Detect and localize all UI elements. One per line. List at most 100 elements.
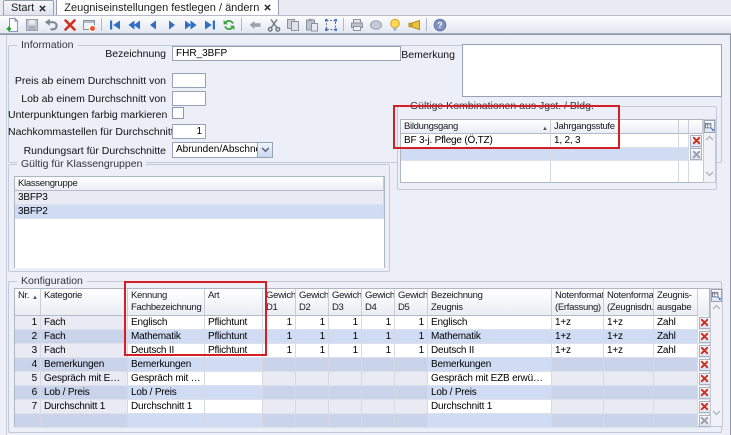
- cell[interactable]: [604, 414, 654, 428]
- table-row[interactable]: 3BFP3: [15, 191, 384, 205]
- cell[interactable]: [263, 386, 296, 400]
- header-cell[interactable]: Notenformat (Zeugnisdruck): [604, 289, 654, 316]
- column-picker-button[interactable]: [704, 120, 715, 133]
- cell[interactable]: Durchschnitt 1: [41, 400, 128, 414]
- tab-start[interactable]: Start: [3, 0, 54, 15]
- table-row[interactable]: [15, 414, 709, 428]
- header-cell[interactable]: Gewicht D3: [329, 289, 362, 316]
- konfiguration-scrollbar[interactable]: [710, 288, 723, 427]
- cell[interactable]: [362, 400, 395, 414]
- header-cell[interactable]: Art: [205, 289, 263, 316]
- cell[interactable]: 2: [15, 330, 41, 344]
- help-button[interactable]: ?: [430, 16, 449, 33]
- table-row[interactable]: [401, 148, 703, 161]
- table-row[interactable]: 5Gespräch mit EZB erwünschtGespräch mit …: [15, 372, 709, 386]
- cell[interactable]: [362, 372, 395, 386]
- cell[interactable]: 4: [15, 358, 41, 372]
- delete-row-button[interactable]: [699, 359, 711, 371]
- header-cell[interactable]: [689, 120, 703, 134]
- cell[interactable]: Lob / Preis: [428, 386, 552, 400]
- column-picker-button[interactable]: [711, 289, 722, 302]
- header-cell[interactable]: Notenformat (Erfassung): [552, 289, 604, 316]
- header-cell[interactable]: Nr.▲: [15, 289, 41, 316]
- cell[interactable]: [329, 372, 362, 386]
- scroll-up-icon[interactable]: [711, 304, 722, 310]
- header-cell[interactable]: Klassengruppe: [15, 177, 384, 191]
- cell[interactable]: [296, 372, 329, 386]
- cell[interactable]: 1+z: [604, 330, 654, 344]
- cell[interactable]: [329, 386, 362, 400]
- cell[interactable]: [654, 400, 698, 414]
- delete-row-button[interactable]: [699, 387, 711, 399]
- nav-prev-button[interactable]: [143, 16, 162, 33]
- cell[interactable]: 7: [15, 400, 41, 414]
- nav-last-button[interactable]: [200, 16, 219, 33]
- cell[interactable]: [362, 358, 395, 372]
- announce-horn-button[interactable]: [404, 16, 423, 33]
- cell[interactable]: 1: [362, 330, 395, 344]
- cell[interactable]: [15, 414, 41, 428]
- cell[interactable]: [552, 358, 604, 372]
- cell[interactable]: Lob / Preis: [41, 386, 128, 400]
- new-record-button[interactable]: [3, 16, 22, 33]
- tab-zeugniseinstellungen[interactable]: Zeugniseinstellungen festlegen / ändern: [56, 0, 279, 15]
- hint-bulb-button[interactable]: [385, 16, 404, 33]
- nav-prev-fast-button[interactable]: [124, 16, 143, 33]
- cell[interactable]: [654, 358, 698, 372]
- cell[interactable]: [604, 386, 654, 400]
- delete-row-button[interactable]: [699, 401, 711, 413]
- cell[interactable]: Zahl: [654, 330, 698, 344]
- cell[interactable]: [604, 358, 654, 372]
- cell[interactable]: Gespräch mit EZB erwünscht: [41, 372, 128, 386]
- scroll-up-icon[interactable]: [704, 135, 715, 141]
- header-cell[interactable]: Kennung Fachbezeichnung: [128, 289, 205, 316]
- scroll-down-icon[interactable]: [704, 171, 715, 177]
- table-row[interactable]: 7Durchschnitt 1Durchschnitt 1Durchschnit…: [15, 400, 709, 414]
- nav-first-button[interactable]: [105, 16, 124, 33]
- table-row[interactable]: 6Lob / PreisLob / PreisLob / Preis: [15, 386, 709, 400]
- cell[interactable]: Deutsch II: [128, 344, 205, 358]
- select-region-button[interactable]: [321, 16, 340, 33]
- header-cell[interactable]: Jahrgangsstufe: [551, 120, 679, 134]
- cell[interactable]: 1: [263, 344, 296, 358]
- cell[interactable]: [205, 372, 263, 386]
- table-row[interactable]: 3BFP2: [15, 205, 384, 219]
- unterpunktungen-checkbox[interactable]: [172, 107, 184, 119]
- print-button[interactable]: [347, 16, 366, 33]
- cell[interactable]: [205, 400, 263, 414]
- cell[interactable]: 1: [395, 344, 428, 358]
- cell[interactable]: 6: [15, 386, 41, 400]
- cell[interactable]: 1: [296, 344, 329, 358]
- cell[interactable]: [395, 358, 428, 372]
- cut-button[interactable]: [264, 16, 283, 33]
- cell[interactable]: 1: [395, 330, 428, 344]
- cell[interactable]: 5: [15, 372, 41, 386]
- cell[interactable]: [128, 414, 205, 428]
- cell[interactable]: 3: [15, 344, 41, 358]
- cell[interactable]: Fach: [41, 316, 128, 330]
- cell[interactable]: Durchschnitt 1: [428, 400, 552, 414]
- delete-row-button[interactable]: [699, 317, 711, 329]
- cell[interactable]: 1, 2, 3: [551, 134, 679, 148]
- cell[interactable]: 1: [296, 316, 329, 330]
- cell[interactable]: 1: [395, 316, 428, 330]
- delete-row-button[interactable]: [699, 373, 711, 385]
- cell[interactable]: [428, 414, 552, 428]
- cell[interactable]: [552, 414, 604, 428]
- cell[interactable]: Mathematik: [428, 330, 552, 344]
- cell[interactable]: 3BFP2: [15, 205, 384, 219]
- cell[interactable]: Zahl: [654, 344, 698, 358]
- undo-button[interactable]: [41, 16, 60, 33]
- cell[interactable]: 1: [362, 344, 395, 358]
- nav-next-fast-button[interactable]: [181, 16, 200, 33]
- close-icon[interactable]: [39, 5, 46, 12]
- cell[interactable]: [362, 386, 395, 400]
- cell[interactable]: 1+z: [604, 344, 654, 358]
- edit-dataset-button[interactable]: [79, 16, 98, 33]
- header-cell[interactable]: Gewicht D5: [395, 289, 428, 316]
- cell[interactable]: [296, 386, 329, 400]
- scroll-down-icon[interactable]: [711, 410, 722, 416]
- cell[interactable]: Durchschnitt 1: [128, 400, 205, 414]
- cell[interactable]: 1: [329, 330, 362, 344]
- refresh-button[interactable]: [219, 16, 238, 33]
